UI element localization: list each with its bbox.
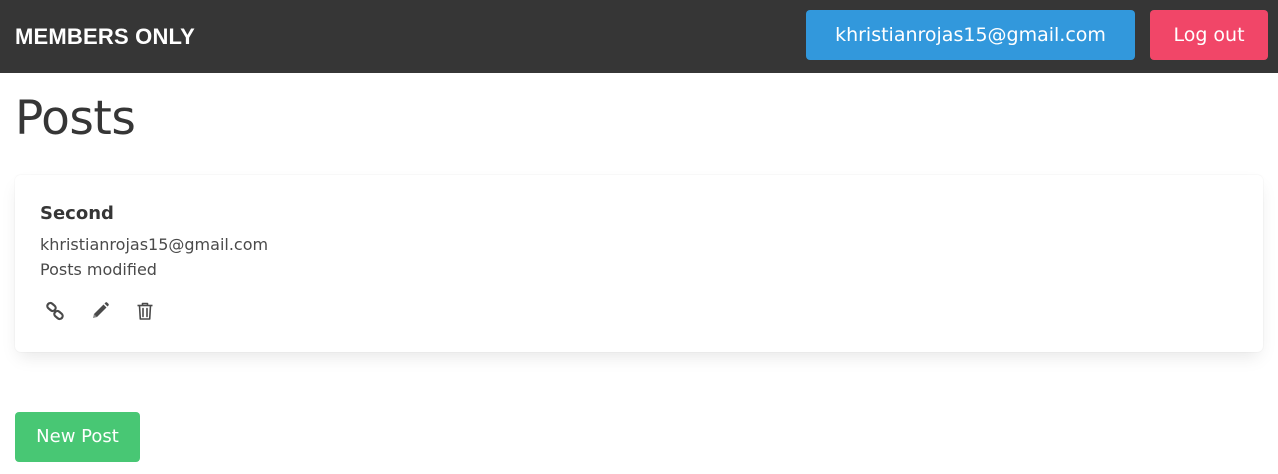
brand-title[interactable]: MEMBERS ONLY (15, 0, 195, 73)
post-title: Second (40, 203, 114, 224)
user-email-button[interactable]: khristianrojas15@gmail.com (806, 10, 1135, 60)
trash-icon[interactable] (135, 301, 155, 321)
link-icon[interactable] (45, 301, 65, 321)
logout-button[interactable]: Log out (1150, 10, 1268, 60)
post-card: Second khristianrojas15@gmail.com Posts … (15, 175, 1263, 352)
new-post-button[interactable]: New Post (15, 412, 140, 462)
post-body: Posts modified (40, 260, 157, 279)
page-title: Posts (15, 91, 136, 146)
pencil-icon[interactable] (90, 301, 110, 321)
post-author: khristianrojas15@gmail.com (40, 235, 269, 254)
navbar: MEMBERS ONLY khristianrojas15@gmail.com … (0, 0, 1278, 73)
